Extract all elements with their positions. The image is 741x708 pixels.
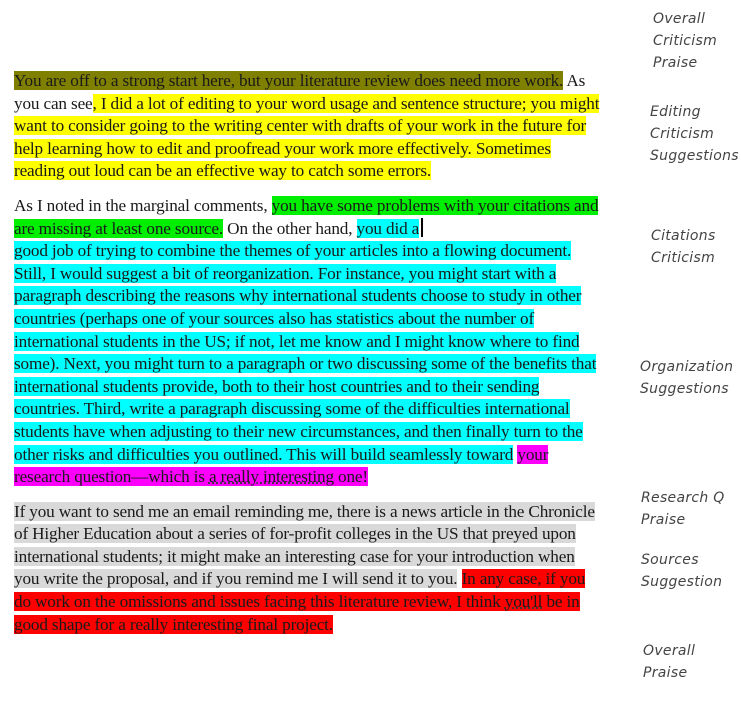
annotation-line: Overall [653,11,706,27]
highlight-editing: , I did a lot of editing to your word us… [14,93,600,181]
highlight-research-question-end: one! [333,467,368,487]
plain-text: As I noted in the marginal comments, [14,195,272,215]
annotation-editing: Editing Criticism Suggestions [650,101,739,167]
annotation-line: Praise [653,55,698,71]
annotation-line: Praise [643,665,688,681]
highlight-organization-start: you did a [356,218,420,238]
annotation-line: Suggestion [641,574,723,590]
plain-text [457,569,461,588]
annotation-citations: Citations Criticism [651,225,716,269]
annotation-research-q: Research Q Praise [641,487,725,531]
annotation-line: Suggestions [650,148,739,164]
annotation-line: Praise [641,512,686,528]
grammar-flagged-word[interactable]: you'll [504,592,542,612]
annotation-line: Sources [641,552,699,568]
annotation-organization: Organization Suggestions [640,356,733,400]
highlight-organization-suggestions: good job of trying to combine the themes… [14,241,597,464]
paragraph-citations-organization: As I noted in the marginal comments, you… [14,195,604,489]
text-cursor [421,217,423,237]
plain-text: On the other hand, [223,218,357,238]
annotation-overall-criticism-praise: Overall Criticism Praise [653,8,717,74]
annotation-line: Suggestions [640,381,729,397]
annotation-sources: Sources Suggestion [641,549,722,593]
annotation-line: Organization [640,359,734,375]
feedback-document: You are off to a strong start here, but … [14,70,604,648]
annotation-line: Overall [643,643,696,659]
paragraph-overall-editing: You are off to a strong start here, but … [14,70,604,183]
highlight-overall-criticism-praise: You are off to a strong start here, but … [14,71,564,90]
annotation-line: Citations [651,228,716,244]
grammar-flagged-phrase[interactable]: a really interesting [208,467,334,487]
annotation-line: Research Q [641,490,725,506]
paragraph-sources-overall: If you want to send me an email remindin… [14,501,604,637]
annotation-line: Criticism [650,126,715,142]
annotation-overall-praise: Overall Praise [643,640,695,684]
annotation-line: Editing [650,104,701,120]
annotation-line: Criticism [651,250,716,266]
annotation-line: Criticism [653,33,718,49]
